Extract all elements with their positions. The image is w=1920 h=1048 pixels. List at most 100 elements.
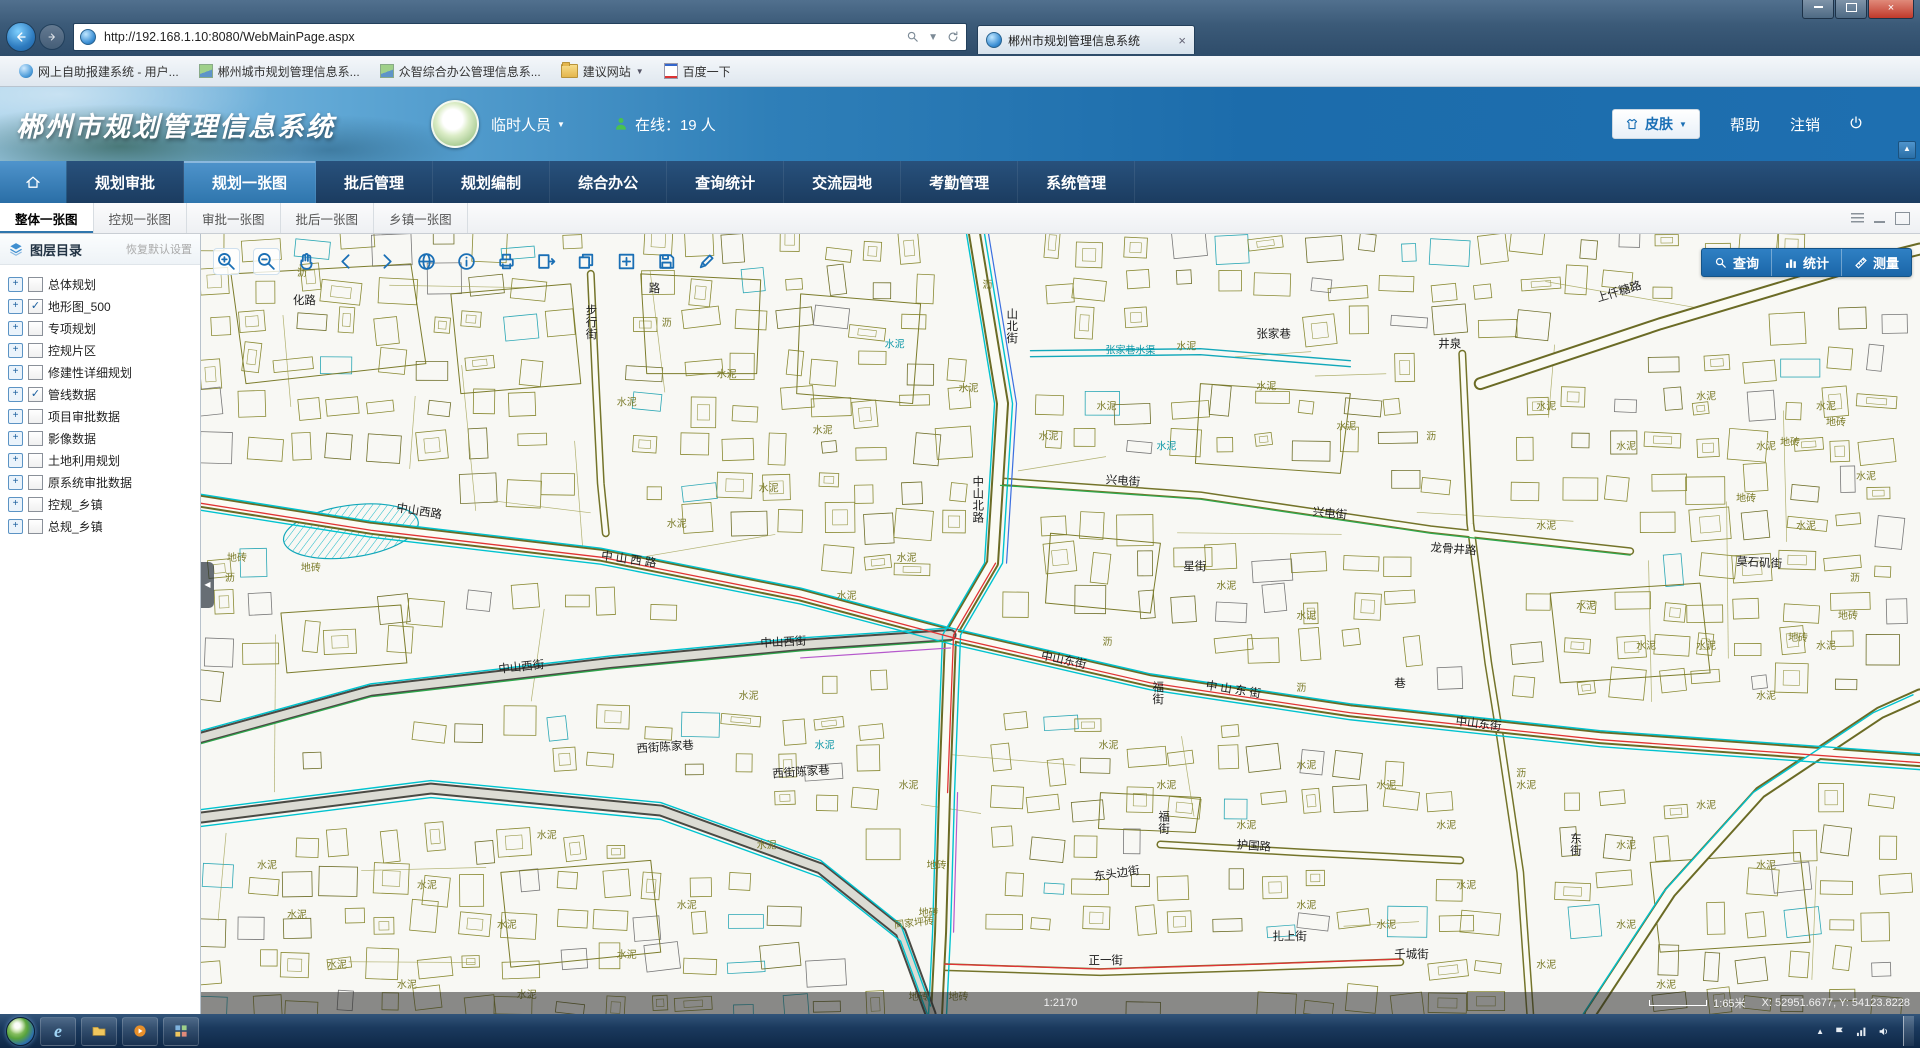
next-view-tool-button[interactable]: [373, 248, 400, 275]
nav-item-6[interactable]: 交流园地: [784, 161, 901, 203]
zoom-out-tool-button[interactable]: [253, 248, 280, 275]
window-close-button[interactable]: ×: [1868, 0, 1914, 19]
measure-edit-tool-button[interactable]: [693, 248, 720, 275]
layer-checkbox[interactable]: [28, 431, 43, 446]
identify-tool-button[interactable]: [453, 248, 480, 275]
volume-icon[interactable]: [1877, 1025, 1890, 1038]
previous-view-tool-button[interactable]: [333, 248, 360, 275]
panel-maximize-icon[interactable]: [1895, 212, 1910, 225]
save-map-tool-button[interactable]: [653, 248, 680, 275]
window-minimize-button[interactable]: [1802, 0, 1834, 19]
nav-item-3[interactable]: 规划编制: [433, 161, 550, 203]
sidebar-collapse-handle[interactable]: ◀: [201, 562, 214, 608]
address-dropdown-caret[interactable]: ▼: [928, 32, 938, 43]
add-view-tool-button[interactable]: [613, 248, 640, 275]
help-link[interactable]: 帮助: [1730, 114, 1760, 135]
reset-default-link[interactable]: 恢复默认设置: [126, 241, 192, 257]
scroll-top-button[interactable]: ▲: [1898, 141, 1916, 159]
subtab-item-1[interactable]: 控规一张图: [94, 203, 188, 233]
refresh-icon[interactable]: [946, 30, 960, 44]
list-view-icon[interactable]: [1851, 213, 1864, 224]
layer-item-9[interactable]: +原系统审批数据: [4, 471, 196, 493]
network-icon[interactable]: [1855, 1025, 1868, 1038]
expand-icon[interactable]: +: [8, 409, 23, 424]
layer-item-7[interactable]: +影像数据: [4, 427, 196, 449]
browser-forward-button[interactable]: [39, 24, 65, 50]
nav-item-0[interactable]: 规划审批: [67, 161, 184, 203]
copy-view-tool-button[interactable]: [573, 248, 600, 275]
subtab-item-3[interactable]: 批后一张图: [281, 203, 375, 233]
power-button[interactable]: [1848, 115, 1864, 134]
user-avatar[interactable]: [431, 100, 479, 148]
print-tool-button[interactable]: [493, 248, 520, 275]
layer-checkbox[interactable]: [28, 519, 43, 534]
map-search-button[interactable]: 查询: [1702, 249, 1771, 276]
user-role-dropdown[interactable]: 临时人员 ▼: [491, 114, 565, 135]
browser-tab[interactable]: 郴州市规划管理信息系统 ×: [977, 25, 1195, 54]
nav-item-2[interactable]: 批后管理: [316, 161, 433, 203]
layer-checkbox[interactable]: [28, 453, 43, 468]
layer-item-3[interactable]: +控规片区: [4, 339, 196, 361]
expand-icon[interactable]: +: [8, 431, 23, 446]
layer-checkbox[interactable]: [28, 497, 43, 512]
expand-icon[interactable]: +: [8, 365, 23, 380]
nav-item-7[interactable]: 考勤管理: [901, 161, 1018, 203]
subtab-item-4[interactable]: 乡镇一张图: [374, 203, 468, 233]
layer-checkbox[interactable]: ✓: [28, 387, 43, 402]
expand-icon[interactable]: +: [8, 387, 23, 402]
taskbar-media-button[interactable]: [122, 1017, 158, 1046]
expand-icon[interactable]: +: [8, 277, 23, 292]
nav-item-5[interactable]: 查询统计: [667, 161, 784, 203]
layer-checkbox[interactable]: [28, 321, 43, 336]
favorite-item-3[interactable]: 建议网站▼: [552, 60, 653, 82]
layer-checkbox[interactable]: [28, 475, 43, 490]
favorite-item-1[interactable]: 郴州城市规划管理信息系...: [190, 60, 369, 82]
layer-checkbox[interactable]: [28, 365, 43, 380]
subtab-item-2[interactable]: 审批一张图: [187, 203, 281, 233]
map-canvas[interactable]: 中山西路中 山 西 路中山西街中山西街中山东街中 山 东 街中山东街中山北路山北…: [201, 234, 1920, 1014]
expand-icon[interactable]: +: [8, 299, 23, 314]
expand-icon[interactable]: +: [8, 453, 23, 468]
action-center-icon[interactable]: [1833, 1025, 1846, 1038]
zoom-in-tool-button[interactable]: [213, 248, 240, 275]
layer-checkbox[interactable]: [28, 409, 43, 424]
search-icon[interactable]: [906, 30, 920, 44]
nav-item-4[interactable]: 综合办公: [550, 161, 667, 203]
taskbar-app-button[interactable]: [163, 1017, 199, 1046]
taskbar-explorer-button[interactable]: [81, 1017, 117, 1046]
start-button[interactable]: [6, 1017, 35, 1046]
expand-icon[interactable]: +: [8, 343, 23, 358]
expand-icon[interactable]: +: [8, 497, 23, 512]
pan-tool-button[interactable]: [293, 248, 320, 275]
layer-item-8[interactable]: +土地利用规划: [4, 449, 196, 471]
nav-item-8[interactable]: 系统管理: [1018, 161, 1135, 203]
window-maximize-button[interactable]: [1835, 0, 1867, 19]
layer-checkbox[interactable]: [28, 277, 43, 292]
nav-item-1[interactable]: 规划一张图: [184, 161, 316, 203]
address-input[interactable]: [102, 29, 906, 45]
favorite-item-0[interactable]: 网上自助报建系统 - 用户...: [10, 60, 188, 82]
layer-item-2[interactable]: +专项规划: [4, 317, 196, 339]
panel-minimize-icon[interactable]: [1874, 213, 1885, 223]
expand-icon[interactable]: +: [8, 519, 23, 534]
map-scale-label[interactable]: 1:2170: [1044, 997, 1078, 1009]
browser-back-button[interactable]: [6, 22, 36, 52]
layer-item-5[interactable]: +✓管线数据: [4, 383, 196, 405]
subtab-item-0[interactable]: 整体一张图: [0, 203, 94, 233]
map-stats-button[interactable]: 统计: [1771, 249, 1841, 276]
layer-checkbox[interactable]: [28, 343, 43, 358]
layer-item-0[interactable]: +总体规划: [4, 273, 196, 295]
favorite-item-4[interactable]: 百度一下: [655, 60, 740, 82]
tab-close-icon[interactable]: ×: [1178, 34, 1186, 47]
favorite-item-2[interactable]: 众智综合办公管理信息系...: [371, 60, 550, 82]
layer-checkbox[interactable]: ✓: [28, 299, 43, 314]
full-extent-tool-button[interactable]: [413, 248, 440, 275]
nav-home-button[interactable]: [0, 161, 67, 203]
layer-item-11[interactable]: +总规_乡镇: [4, 515, 196, 537]
expand-icon[interactable]: +: [8, 475, 23, 490]
skin-button[interactable]: 皮肤 ▼: [1612, 109, 1700, 139]
layer-item-4[interactable]: +修建性详细规划: [4, 361, 196, 383]
hidden-icons-button[interactable]: ▲: [1816, 1027, 1824, 1036]
layer-item-6[interactable]: +项目审批数据: [4, 405, 196, 427]
show-desktop-button[interactable]: [1903, 1016, 1914, 1046]
